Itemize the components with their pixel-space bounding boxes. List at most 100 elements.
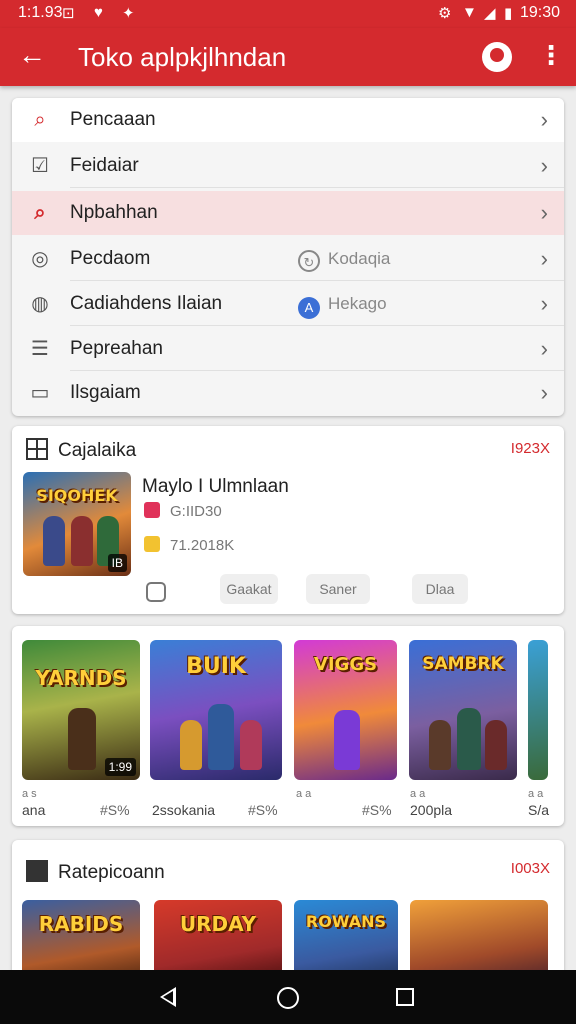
section-title: Ratepicoann bbox=[58, 862, 165, 883]
menu-item-ilsgaiam[interactable]: ▭ Ilsgaiam › bbox=[12, 371, 564, 415]
back-arrow-icon[interactable]: ← bbox=[18, 40, 46, 70]
thumbnail-badge: IB bbox=[107, 554, 127, 572]
menu-item-pecdaom[interactable]: ◎ Pecdaom ↻ Kodaqia › bbox=[12, 237, 564, 281]
game-tag: a s bbox=[22, 788, 37, 800]
grid-icon bbox=[26, 438, 48, 460]
chevron-right-icon: › bbox=[540, 200, 548, 225]
search-icon: ⌕ bbox=[34, 109, 46, 131]
folder-icon: ▭ bbox=[30, 382, 50, 404]
section-title: Cajalaika bbox=[58, 440, 137, 461]
game-caption: ana bbox=[22, 802, 46, 818]
menu-item-checklist[interactable]: ☑ Feidaiar › bbox=[12, 144, 564, 188]
character-figure bbox=[208, 704, 234, 770]
status-clock: 19:30 bbox=[519, 4, 560, 21]
game-tag: a a bbox=[410, 788, 426, 800]
menu-item-cadiahdens[interactable]: ◍ Cadiahdens Ilaian A Hekago › bbox=[12, 282, 564, 326]
menu-item-label: Feidaiar bbox=[70, 155, 139, 176]
section-heading: Cajalaika bbox=[26, 438, 136, 462]
menu-item-label: Cadiahdens Ilaian bbox=[70, 293, 223, 314]
refresh-icon: ↻ bbox=[298, 250, 320, 272]
games-carousel: YARNDS 1:99 BUIK VIGGS SAMBRK a s ana #S… bbox=[12, 626, 564, 826]
menu-item-sublabel: Hekago bbox=[328, 294, 387, 313]
character-figure bbox=[457, 708, 481, 770]
shield-icon: ♥ bbox=[94, 4, 103, 21]
game-title: BUIK bbox=[186, 654, 246, 679]
alarm-icon: ⚙ bbox=[438, 5, 452, 22]
chevron-right-icon: › bbox=[540, 336, 548, 361]
game-title: RABIDS bbox=[38, 912, 124, 936]
menu-item-sub[interactable]: A Hekago bbox=[298, 294, 387, 319]
menu-item-label: Pencaaan bbox=[70, 109, 156, 130]
menu-item-selected[interactable]: ⌕ Npbahhan › bbox=[12, 191, 564, 235]
game-caption: 200pla bbox=[410, 802, 453, 818]
notification-icon: ⊡ bbox=[62, 5, 75, 22]
meta-value: G:IID30 bbox=[170, 503, 222, 520]
game-title: YARNDS bbox=[35, 666, 127, 690]
character-figure bbox=[240, 720, 262, 770]
character-figure bbox=[180, 720, 202, 770]
featured-section: Cajalaika I923X SIQOHEK IB Maylo I Ulmnl… bbox=[12, 426, 564, 614]
info-icon[interactable] bbox=[146, 582, 166, 602]
status-time: 1:1.93 bbox=[18, 4, 63, 21]
character-figure bbox=[429, 720, 451, 770]
game-title: ROWANS bbox=[305, 912, 387, 931]
app-store-icon: A bbox=[298, 297, 320, 319]
game-tag: a a bbox=[296, 788, 312, 800]
game-card[interactable]: VIGGS bbox=[294, 640, 397, 780]
game-caption: 2ssokania bbox=[152, 802, 216, 818]
game-title: SAMBRK bbox=[422, 654, 504, 674]
nav-back-icon[interactable] bbox=[160, 987, 176, 1007]
menu-item-label: Ilsgaiam bbox=[70, 382, 141, 403]
game-title: URDAY bbox=[179, 912, 257, 936]
character-figure bbox=[68, 708, 96, 770]
nav-recents-icon[interactable] bbox=[396, 988, 414, 1006]
calendar-icon bbox=[26, 860, 48, 882]
menu-item-label: Pepreahan bbox=[70, 338, 163, 359]
featured-meta-downloads: 71.2018K bbox=[144, 536, 234, 554]
menu-item-label: Npbahhan bbox=[70, 202, 158, 223]
game-price: #S% bbox=[362, 802, 392, 818]
section-heading: Ratepicoann bbox=[26, 860, 165, 884]
nav-home-icon[interactable] bbox=[277, 987, 299, 1009]
chevron-right-icon: › bbox=[540, 291, 548, 316]
menu-item-pepreahan[interactable]: ☰ Pepreahan › bbox=[12, 327, 564, 371]
character-figure bbox=[485, 720, 507, 770]
game-card-partial[interactable] bbox=[528, 640, 548, 780]
checkbox-icon: ☑ bbox=[31, 155, 49, 177]
featured-game-thumbnail[interactable]: SIQOHEK IB bbox=[23, 472, 131, 576]
page-title: Toko aplpkjlhndan bbox=[78, 42, 287, 72]
download-icon bbox=[144, 502, 160, 518]
game-card[interactable]: SAMBRK bbox=[409, 640, 517, 780]
app-bar: ← Toko aplpkjlhndan ⋮ bbox=[0, 28, 576, 86]
menu-item-search[interactable]: ⌕ Pencaaan › bbox=[12, 98, 564, 142]
chip-button[interactable]: Dlaa bbox=[412, 574, 468, 604]
recommended-section: Ratepicoann I003X RABIDS URDAY ROWANS bbox=[12, 840, 564, 990]
meta-value: 71.2018K bbox=[170, 537, 235, 554]
coin-icon bbox=[144, 536, 160, 552]
chevron-right-icon: › bbox=[540, 246, 548, 271]
character-figure bbox=[334, 710, 360, 770]
user-search-icon: ◍ bbox=[31, 293, 49, 315]
account-icon[interactable] bbox=[482, 42, 512, 72]
status-bar: 1:1.93 ⊡ ♥ ✦ ⚙ ▼ ◢ ▮ 19:30 bbox=[0, 0, 576, 28]
game-card[interactable]: YARNDS 1:99 bbox=[22, 640, 140, 780]
chip-button[interactable]: Saner bbox=[306, 574, 370, 604]
chip-button[interactable]: Gaakat bbox=[220, 574, 278, 604]
chevron-right-icon: › bbox=[540, 107, 548, 132]
game-price: #S% bbox=[100, 802, 130, 818]
section-count[interactable]: I003X bbox=[511, 860, 550, 877]
category-menu: ⌕ Pencaaan › ☑ Feidaiar › ⌕ Npbahhan › ◎… bbox=[12, 98, 564, 416]
character-figure bbox=[71, 516, 93, 566]
menu-item-sub[interactable]: ↻ Kodaqia bbox=[298, 249, 390, 272]
featured-meta-size: G:IID30 bbox=[144, 502, 222, 520]
game-badge: 1:99 bbox=[104, 758, 136, 776]
featured-app-title[interactable]: Maylo I Ulmnlaan bbox=[142, 476, 289, 498]
game-tag: a a bbox=[528, 788, 544, 800]
game-card[interactable]: BUIK bbox=[150, 640, 282, 780]
divider bbox=[70, 280, 564, 281]
character-figure bbox=[43, 516, 65, 566]
game-price: #S% bbox=[248, 802, 278, 818]
gift-icon: ✦ bbox=[122, 5, 135, 22]
section-count[interactable]: I923X bbox=[511, 440, 550, 457]
more-options-icon[interactable]: ⋮ bbox=[538, 40, 564, 70]
